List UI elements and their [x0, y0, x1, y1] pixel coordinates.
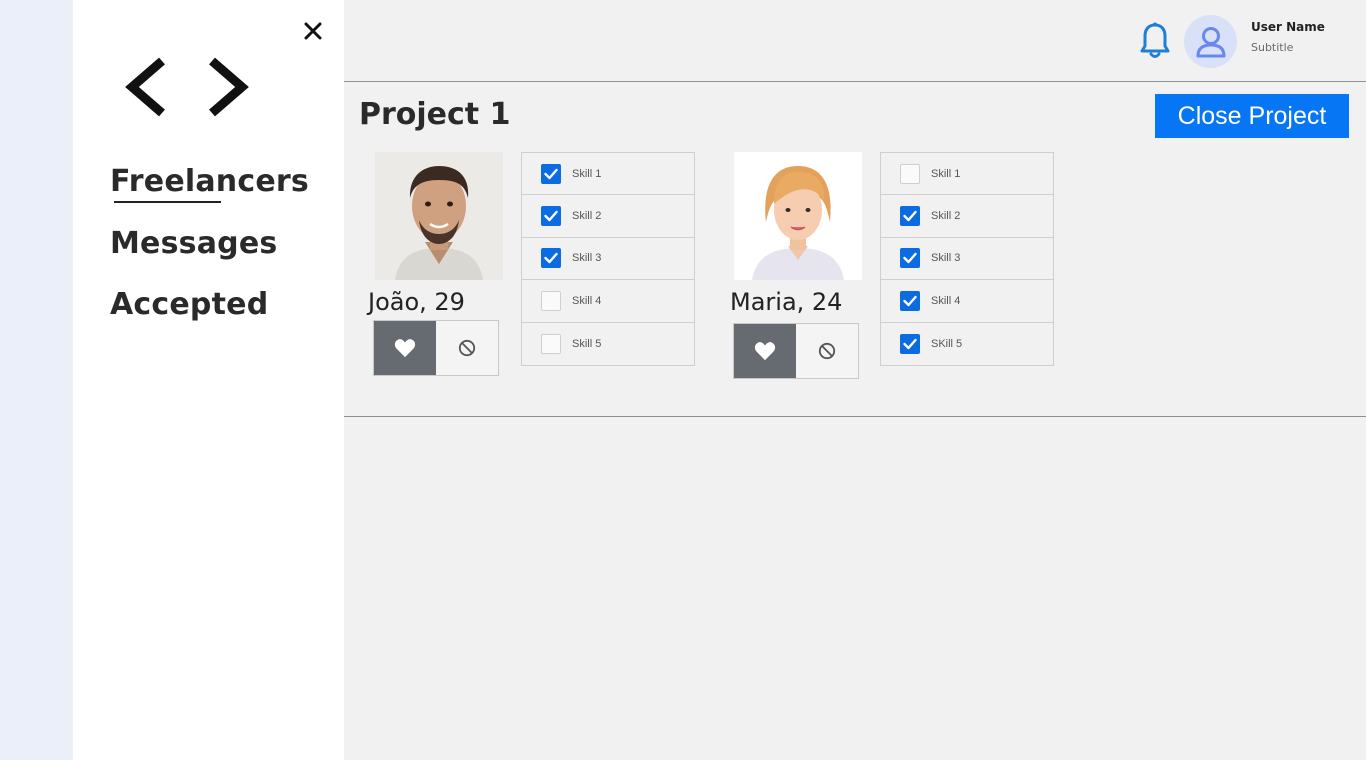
freelancer-name: Maria, 24 — [730, 288, 843, 316]
skill-row[interactable]: Skill 4 — [522, 280, 694, 323]
checkbox-unchecked[interactable] — [541, 290, 561, 311]
skill-label: Skill 1 — [572, 167, 602, 180]
checkbox-checked[interactable] — [900, 333, 920, 354]
close-project-button[interactable]: Close Project — [1155, 94, 1349, 138]
reject-button[interactable] — [436, 321, 498, 375]
close-sidebar-icon[interactable] — [301, 19, 325, 43]
skill-row[interactable]: Skill 4 — [881, 280, 1053, 323]
user-name: User Name — [1251, 20, 1325, 34]
user-subtitle: Subtitle — [1251, 41, 1294, 54]
reject-button[interactable] — [796, 324, 858, 378]
skill-row[interactable]: Skill 1 — [522, 153, 694, 196]
skill-label: Skill 3 — [572, 252, 602, 265]
nav-item-freelancers[interactable]: Freelancers — [110, 164, 309, 199]
block-icon — [818, 342, 836, 360]
section-divider — [344, 416, 1366, 417]
skill-label: Skill 2 — [931, 210, 961, 223]
checkbox-checked[interactable] — [900, 290, 920, 311]
skill-label: Skill 2 — [572, 210, 602, 223]
skill-label: Skill 4 — [931, 294, 961, 307]
checkbox-unchecked[interactable] — [541, 333, 561, 354]
notifications-bell-icon[interactable] — [1139, 22, 1171, 60]
skill-row[interactable]: Skill 1 — [881, 153, 1053, 196]
skill-row[interactable]: Skill 2 — [881, 195, 1053, 238]
checkbox-unchecked[interactable] — [900, 163, 920, 184]
skill-label: SKill 5 — [931, 337, 963, 350]
nav-item-messages[interactable]: Messages — [110, 226, 277, 261]
freelancer-actions — [733, 323, 859, 379]
checkbox-checked[interactable] — [900, 248, 920, 269]
nav-active-underline — [114, 201, 221, 203]
skill-row[interactable]: Skill 3 — [881, 238, 1053, 281]
checkmark-icon — [903, 295, 917, 307]
like-button[interactable] — [734, 324, 796, 378]
skill-label: Skill 4 — [572, 294, 602, 307]
checkmark-icon — [544, 168, 558, 179]
heart-icon — [754, 342, 776, 361]
freelancer-actions — [373, 320, 499, 376]
skill-label: Skill 3 — [931, 252, 961, 265]
checkmark-icon — [903, 253, 917, 264]
skills-list: Skill 1 Skill 2 Skill 3 Skill 4 Skill 5 — [521, 152, 695, 366]
project-title: Project 1 — [359, 97, 511, 132]
checkbox-checked[interactable] — [541, 248, 561, 269]
skill-row[interactable]: Skill 3 — [522, 238, 694, 281]
block-icon — [458, 339, 476, 357]
checkmark-icon — [903, 338, 917, 349]
user-icon — [1196, 27, 1226, 58]
checkmark-icon — [544, 210, 558, 222]
checkbox-checked[interactable] — [541, 206, 561, 227]
checkmark-icon — [544, 253, 558, 264]
freelancer-name: João, 29 — [368, 288, 465, 316]
checkbox-checked[interactable] — [541, 163, 561, 184]
freelancer-photo — [375, 152, 503, 280]
like-button[interactable] — [374, 321, 436, 375]
skill-label: Skill 5 — [572, 337, 602, 350]
skills-list: Skill 1 Skill 2 Skill 3 Skill 4 SKill 5 — [880, 152, 1054, 366]
freelancer-photo — [734, 152, 862, 280]
header-divider — [344, 81, 1366, 82]
user-avatar[interactable] — [1184, 15, 1237, 68]
skill-row[interactable]: Skill 5 — [522, 323, 694, 365]
code-logo-icon — [124, 55, 250, 121]
heart-icon — [394, 339, 416, 358]
skill-row[interactable]: SKill 5 — [881, 323, 1053, 365]
skill-label: Skill 1 — [931, 167, 961, 180]
checkmark-icon — [903, 210, 917, 222]
nav-item-accepted[interactable]: Accepted — [110, 287, 268, 322]
skill-row[interactable]: Skill 2 — [522, 195, 694, 238]
checkbox-checked[interactable] — [900, 206, 920, 227]
